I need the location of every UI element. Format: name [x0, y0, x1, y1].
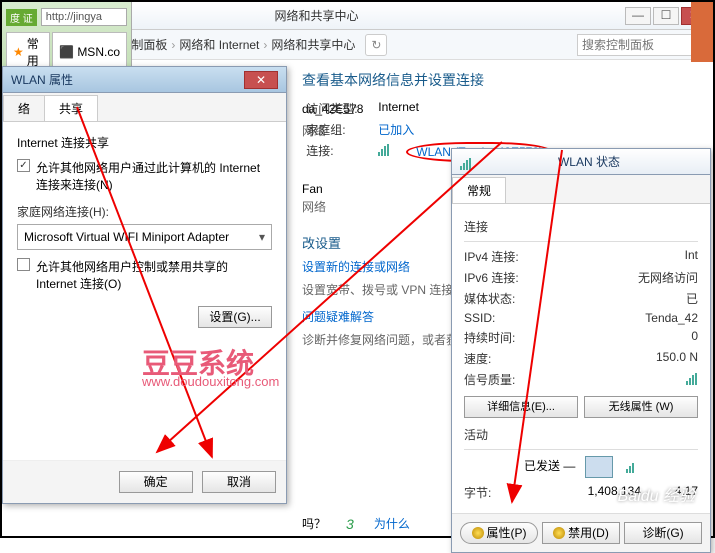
speed-value: 150.0 N: [554, 350, 698, 367]
tab-general[interactable]: 常规: [452, 177, 506, 203]
access-type-value: Internet: [378, 100, 419, 117]
dialog-close-button[interactable]: ✕: [244, 71, 278, 89]
signal-icon: [460, 156, 476, 168]
homegroup-link[interactable]: 已加入: [378, 121, 414, 138]
allow-share-label: 允许其他网络用户通过此计算机的 Internet 连接来连接(N): [36, 159, 272, 193]
allow-share-checkbox[interactable]: [17, 159, 30, 172]
diagnose-button[interactable]: 诊断(G): [624, 522, 702, 544]
bottom-question-bar: 吗？ 3 为什么: [302, 515, 410, 532]
tab-sharing[interactable]: 共享: [44, 95, 98, 121]
wlan-properties-dialog: WLAN 属性 ✕ 络 共享 Internet 连接共享 允许其他网络用户通过此…: [2, 66, 287, 504]
adapter-combobox[interactable]: Microsoft Virtual WIFI Miniport Adapter …: [17, 224, 272, 250]
access-type-label: 访问类型:: [306, 100, 366, 117]
refresh-button[interactable]: ↻: [365, 34, 387, 56]
ok-button[interactable]: 确定: [119, 471, 193, 493]
status-dialog-title: WLAN 状态: [476, 153, 702, 170]
speed-label: 速度:: [464, 350, 554, 367]
minimize-button[interactable]: —: [625, 7, 651, 25]
watermark-url: www.doudouxitong.com: [142, 374, 279, 389]
question-number: 3: [346, 516, 354, 532]
shield-icon: [553, 527, 565, 539]
duration-label: 持续时间:: [464, 329, 554, 346]
tab-network[interactable]: 络: [3, 95, 45, 121]
connection-label: 连接:: [306, 142, 366, 162]
allow-control-checkbox[interactable]: [17, 258, 30, 271]
browser-fragment: 度 证 http://jingya ★常用 ⬛MSN.co: [2, 2, 132, 66]
dialog-title: WLAN 属性: [11, 71, 244, 88]
ipv4-value: Int: [554, 248, 698, 265]
right-edge-decoration: [691, 2, 713, 62]
ipv4-label: IPv4 连接:: [464, 248, 554, 265]
ssid-label: SSID:: [464, 311, 554, 325]
breadcrumb[interactable]: ▦ › 控制面板 › 网络和 Internet › 网络和共享中心: [92, 36, 359, 53]
activity-section: 活动: [464, 426, 698, 443]
ipv6-value: 无网络访问: [554, 269, 698, 286]
connection-section: 连接: [464, 218, 698, 235]
cancel-button[interactable]: 取消: [202, 471, 276, 493]
details-button[interactable]: 详细信息(E)...: [464, 396, 578, 418]
search-input[interactable]: [577, 34, 707, 56]
adapter-value: Microsoft Virtual WIFI Miniport Adapter: [24, 230, 229, 244]
signal-bars-icon: [682, 371, 698, 383]
baidu-watermark: Baidu 经验: [618, 482, 695, 506]
homegroup-label: 家庭组:: [306, 121, 366, 138]
cert-badge: 度 证: [6, 9, 37, 26]
settings-button[interactable]: 设置(G)...: [198, 306, 272, 328]
bytes-label: 字节:: [464, 484, 554, 501]
signal-icon: [378, 142, 394, 154]
shield-icon: [472, 527, 484, 539]
chevron-down-icon: ▾: [259, 230, 265, 244]
ics-section-label: Internet 连接共享: [17, 134, 272, 151]
properties-button[interactable]: 属性(P): [460, 522, 538, 544]
question-link[interactable]: 为什么: [374, 515, 410, 532]
breadcrumb-network-center[interactable]: 网络和共享中心: [271, 36, 355, 53]
media-label: 媒体状态:: [464, 290, 554, 307]
breadcrumb-network-internet[interactable]: 网络和 Internet: [179, 36, 259, 53]
wireless-properties-button[interactable]: 无线属性 (W): [584, 396, 698, 418]
maximize-button[interactable]: ☐: [653, 7, 679, 25]
duration-value: 0: [554, 329, 698, 346]
computer-icon: [585, 456, 613, 478]
ssid-value: Tenda_42: [554, 311, 698, 325]
signal-icon: [622, 459, 638, 471]
media-value: 已: [554, 290, 698, 307]
sent-label: 已发送 —: [524, 459, 575, 473]
ipv6-label: IPv6 连接:: [464, 269, 554, 286]
home-connection-label: 家庭网络连接(H):: [17, 203, 272, 220]
address-bar[interactable]: http://jingya: [41, 8, 127, 26]
signal-label: 信号质量:: [464, 371, 554, 388]
disable-button[interactable]: 禁用(D): [542, 522, 620, 544]
allow-control-label: 允许其他网络用户控制或禁用共享的 Internet 连接(O): [36, 258, 272, 292]
msn-icon: ⬛: [59, 45, 74, 59]
